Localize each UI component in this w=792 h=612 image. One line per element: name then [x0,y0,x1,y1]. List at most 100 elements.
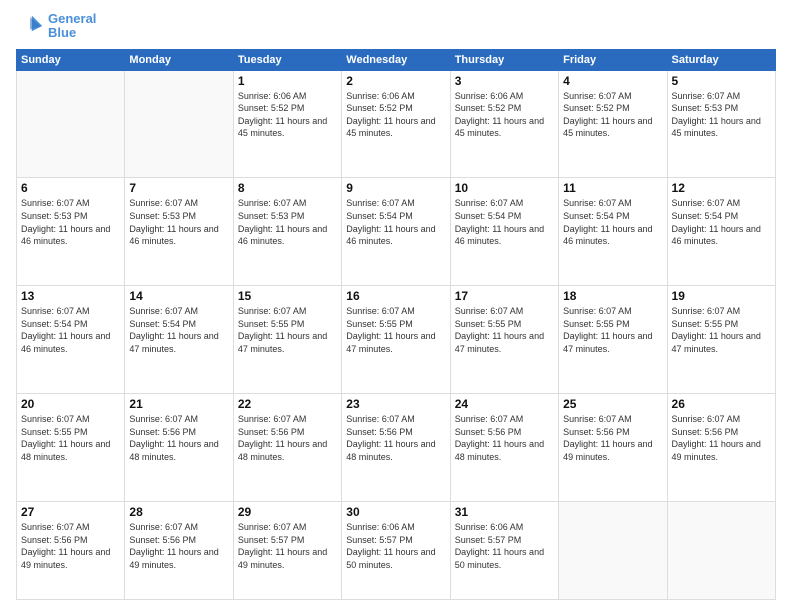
table-row: 29 Sunrise: 6:07 AM Sunset: 5:57 PM Dayli… [233,501,341,599]
day-info: Sunrise: 6:07 AM Sunset: 5:55 PM Dayligh… [346,305,445,355]
logo-line1: General [48,11,96,26]
table-row: 3Sunrise: 6:06 AM Sunset: 5:52 PM Daylig… [450,70,558,178]
day-info: Sunrise: 6:07 AM Sunset: 5:54 PM Dayligh… [21,305,120,355]
table-row: 5 Sunrise: 6:07 AM Sunset: 5:53 PM Daylig… [667,70,775,178]
day-number: 1 [238,74,337,88]
calendar-week-3: 20Sunrise: 6:07 AM Sunset: 5:55 PM Dayli… [17,394,776,502]
table-row: 4 Sunrise: 6:07 AM Sunset: 5:52 PM Daylig… [559,70,667,178]
table-row: 22Sunrise: 6:07 AM Sunset: 5:56 PM Dayli… [233,394,341,502]
table-row [125,70,233,178]
day-info: Sunrise: 6:07 AM Sunset: 5:55 PM Dayligh… [672,305,771,355]
col-saturday: Saturday [667,49,775,70]
day-number: 12 [672,181,771,195]
day-info: Sunrise: 6:07 AM Sunset: 5:55 PM Dayligh… [455,305,554,355]
day-info: Sunrise: 6:06 AM Sunset: 5:52 PM Dayligh… [346,90,445,140]
day-number: 9 [346,181,445,195]
day-number: 14 [129,289,228,303]
day-number: 25 [563,397,662,411]
day-number: 2 [346,74,445,88]
day-info: Sunrise: 6:07 AM Sunset: 5:55 PM Dayligh… [563,305,662,355]
table-row: 15 Sunrise: 6:07 AM Sunset: 5:55 PM Dayli… [233,286,341,394]
col-monday: Monday [125,49,233,70]
day-info: Sunrise: 6:07 AM Sunset: 5:56 PM Dayligh… [129,521,228,571]
day-number: 6 [21,181,120,195]
table-row: 17 Sunrise: 6:07 AM Sunset: 5:55 PM Dayli… [450,286,558,394]
table-row: 7 Sunrise: 6:07 AM Sunset: 5:53 PM Daylig… [125,178,233,286]
table-row: 19 Sunrise: 6:07 AM Sunset: 5:55 PM Dayli… [667,286,775,394]
day-info: Sunrise: 6:06 AM Sunset: 5:52 PM Dayligh… [238,90,337,140]
day-info: Sunrise: 6:06 AM Sunset: 5:57 PM Dayligh… [346,521,445,571]
day-number: 18 [563,289,662,303]
day-number: 16 [346,289,445,303]
day-info: Sunrise: 6:07 AM Sunset: 5:57 PM Dayligh… [238,521,337,571]
calendar-week-1: 6 Sunrise: 6:07 AM Sunset: 5:53 PM Daylig… [17,178,776,286]
col-tuesday: Tuesday [233,49,341,70]
logo-text: General Blue [48,12,96,41]
logo-icon [16,12,44,40]
table-row [17,70,125,178]
day-info: Sunrise: 6:07 AM Sunset: 5:53 PM Dayligh… [238,197,337,247]
day-number: 23 [346,397,445,411]
calendar-week-2: 13 Sunrise: 6:07 AM Sunset: 5:54 PM Dayli… [17,286,776,394]
day-info: Sunrise: 6:07 AM Sunset: 5:54 PM Dayligh… [672,197,771,247]
day-number: 17 [455,289,554,303]
day-number: 20 [21,397,120,411]
table-row: 11Sunrise: 6:07 AM Sunset: 5:54 PM Dayli… [559,178,667,286]
table-row: 18 Sunrise: 6:07 AM Sunset: 5:55 PM Dayli… [559,286,667,394]
day-number: 7 [129,181,228,195]
day-number: 24 [455,397,554,411]
day-info: Sunrise: 6:06 AM Sunset: 5:52 PM Dayligh… [455,90,554,140]
day-info: Sunrise: 6:07 AM Sunset: 5:53 PM Dayligh… [129,197,228,247]
day-number: 21 [129,397,228,411]
logo-line2: Blue [48,25,76,40]
day-info: Sunrise: 6:07 AM Sunset: 5:54 PM Dayligh… [346,197,445,247]
table-row: 23 Sunrise: 6:07 AM Sunset: 5:56 PM Dayli… [342,394,450,502]
day-number: 29 [238,505,337,519]
day-number: 28 [129,505,228,519]
table-row: 12 Sunrise: 6:07 AM Sunset: 5:54 PM Dayli… [667,178,775,286]
col-friday: Friday [559,49,667,70]
day-info: Sunrise: 6:07 AM Sunset: 5:56 PM Dayligh… [21,521,120,571]
day-number: 8 [238,181,337,195]
table-row: 25 Sunrise: 6:07 AM Sunset: 5:56 PM Dayli… [559,394,667,502]
table-row: 9 Sunrise: 6:07 AM Sunset: 5:54 PM Daylig… [342,178,450,286]
table-row: 20Sunrise: 6:07 AM Sunset: 5:55 PM Dayli… [17,394,125,502]
day-info: Sunrise: 6:07 AM Sunset: 5:56 PM Dayligh… [129,413,228,463]
table-row: 1 Sunrise: 6:06 AM Sunset: 5:52 PM Daylig… [233,70,341,178]
page: General Blue Sunday Monday Tuesday Wedne… [0,0,792,612]
day-info: Sunrise: 6:07 AM Sunset: 5:56 PM Dayligh… [346,413,445,463]
calendar-table: Sunday Monday Tuesday Wednesday Thursday… [16,49,776,600]
table-row: 21 Sunrise: 6:07 AM Sunset: 5:56 PM Dayli… [125,394,233,502]
day-info: Sunrise: 6:07 AM Sunset: 5:54 PM Dayligh… [563,197,662,247]
day-info: Sunrise: 6:07 AM Sunset: 5:54 PM Dayligh… [129,305,228,355]
table-row [559,501,667,599]
day-info: Sunrise: 6:07 AM Sunset: 5:52 PM Dayligh… [563,90,662,140]
day-number: 22 [238,397,337,411]
calendar-week-4: 27 Sunrise: 6:07 AM Sunset: 5:56 PM Dayli… [17,501,776,599]
table-row [667,501,775,599]
day-info: Sunrise: 6:07 AM Sunset: 5:53 PM Dayligh… [672,90,771,140]
day-number: 26 [672,397,771,411]
table-row: 14 Sunrise: 6:07 AM Sunset: 5:54 PM Dayli… [125,286,233,394]
day-number: 15 [238,289,337,303]
col-wednesday: Wednesday [342,49,450,70]
day-info: Sunrise: 6:07 AM Sunset: 5:56 PM Dayligh… [672,413,771,463]
table-row: 31Sunrise: 6:06 AM Sunset: 5:57 PM Dayli… [450,501,558,599]
day-number: 19 [672,289,771,303]
day-number: 4 [563,74,662,88]
table-row: 2 Sunrise: 6:06 AM Sunset: 5:52 PM Daylig… [342,70,450,178]
day-number: 27 [21,505,120,519]
col-thursday: Thursday [450,49,558,70]
header: General Blue [16,12,776,41]
day-info: Sunrise: 6:07 AM Sunset: 5:55 PM Dayligh… [238,305,337,355]
day-info: Sunrise: 6:07 AM Sunset: 5:56 PM Dayligh… [563,413,662,463]
table-row: 10Sunrise: 6:07 AM Sunset: 5:54 PM Dayli… [450,178,558,286]
day-number: 31 [455,505,554,519]
day-number: 13 [21,289,120,303]
header-row: Sunday Monday Tuesday Wednesday Thursday… [17,49,776,70]
day-number: 5 [672,74,771,88]
table-row: 28 Sunrise: 6:07 AM Sunset: 5:56 PM Dayli… [125,501,233,599]
logo: General Blue [16,12,96,41]
table-row: 16 Sunrise: 6:07 AM Sunset: 5:55 PM Dayli… [342,286,450,394]
col-sunday: Sunday [17,49,125,70]
